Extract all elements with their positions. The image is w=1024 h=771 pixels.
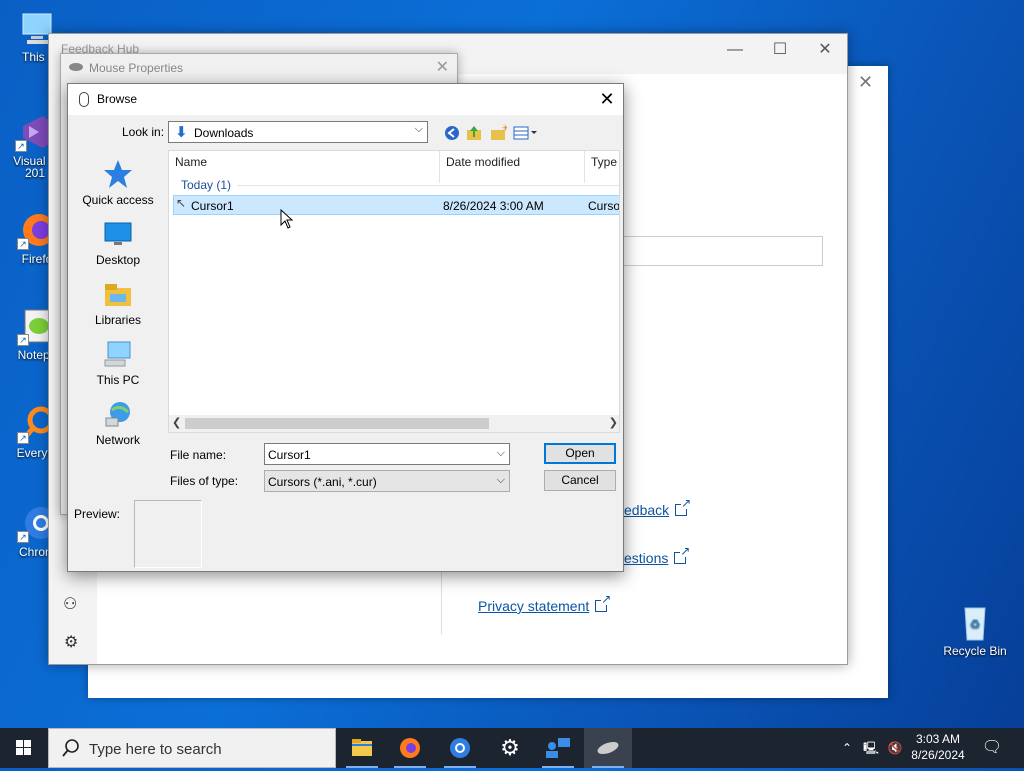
taskbar-settings[interactable]: ⚙	[486, 728, 534, 768]
windows-logo-icon	[16, 740, 31, 755]
browse-dialog: Browse ✕ Look in: ⬇ Downloads ⌵ ✳ Quick …	[67, 83, 624, 572]
taskbar-chrome[interactable]	[436, 728, 484, 768]
shortcut-arrow-icon: ↗	[17, 238, 29, 250]
preview-box	[134, 500, 202, 568]
start-button[interactable]	[0, 728, 48, 768]
chevron-down-icon: ⌵	[414, 123, 423, 135]
external-link-icon	[675, 497, 692, 516]
chevron-down-icon: ⌵	[496, 474, 505, 486]
file-name-label: File name:	[170, 448, 227, 462]
window-title: Mouse Properties	[89, 61, 184, 75]
svg-text:✳: ✳	[502, 124, 507, 133]
privacy-statement-link[interactable]: Privacy statement	[478, 593, 612, 614]
look-in-label: Look in:	[122, 125, 165, 139]
mouse-icon	[69, 63, 83, 71]
shortcut-arrow-icon: ↗	[17, 531, 29, 543]
external-link-icon	[595, 593, 612, 612]
clock[interactable]: 3:03 AM 8/26/2024	[900, 731, 976, 763]
close-icon[interactable]: ✕	[591, 84, 623, 115]
clock-time: 3:03 AM	[915, 732, 961, 746]
close-icon[interactable]: ✕	[436, 57, 449, 77]
group-divider	[237, 185, 619, 186]
place-this-pc[interactable]: This PC	[74, 338, 162, 387]
place-network[interactable]: Network	[74, 398, 162, 447]
feedback-input[interactable]	[609, 236, 823, 266]
cancel-button[interactable]: Cancel	[544, 470, 616, 491]
back-icon[interactable]	[442, 124, 462, 142]
gear-icon[interactable]: ⚙	[64, 632, 78, 652]
recycle-bin-icon: ♻	[955, 602, 995, 642]
place-quick-access[interactable]: Quick access	[74, 158, 162, 207]
add-user-icon[interactable]: ⚇	[63, 594, 77, 614]
chrome-icon	[450, 738, 470, 758]
file-type-label: Files of type:	[170, 474, 239, 488]
column-header-type[interactable]: Type	[585, 151, 619, 183]
look-in-dropdown[interactable]: ⬇ Downloads ⌵	[168, 121, 428, 143]
feedback-link[interactable]: edback	[624, 497, 692, 518]
taskbar-file-explorer[interactable]	[338, 728, 386, 768]
column-header-date[interactable]: Date modified	[440, 151, 584, 183]
taskbar-feedback-hub[interactable]	[534, 728, 582, 768]
shortcut-arrow-icon: ↗	[15, 140, 27, 152]
notification-icon[interactable]: 🗨	[980, 728, 1004, 768]
taskbar: Type here to search ⚙ ⌃ 🖳 🔇 3:03 AM 8/26…	[0, 728, 1024, 768]
file-list[interactable]: Name Date modified Type Today (1) ↖ Curs…	[168, 150, 620, 433]
up-folder-icon[interactable]	[464, 124, 484, 142]
mouse-icon	[597, 741, 619, 755]
close-icon[interactable]: ✕	[858, 72, 873, 93]
desktop-icon	[102, 218, 134, 250]
shortcut-arrow-icon: ↗	[17, 432, 29, 444]
horizontal-scrollbar[interactable]: ❮ ❯	[169, 415, 619, 432]
file-row-cursor1[interactable]: ↖ Cursor1 8/26/2024 3:00 AM Curso	[173, 195, 619, 215]
title-bar: Browse ✕	[68, 84, 623, 115]
questions-link[interactable]: estions	[624, 545, 691, 566]
firefox-icon	[400, 738, 420, 758]
scroll-thumb[interactable]	[185, 418, 489, 429]
open-button[interactable]: Open	[544, 443, 616, 464]
network-icon[interactable]: 🖳	[860, 728, 882, 768]
gear-icon: ⚙	[500, 735, 520, 760]
network-icon	[102, 398, 134, 430]
scroll-right-icon[interactable]: ❯	[609, 416, 618, 429]
computer-icon	[102, 338, 134, 370]
place-libraries[interactable]: Libraries	[74, 278, 162, 327]
taskbar-firefox[interactable]	[386, 728, 434, 768]
folder-icon	[352, 739, 372, 756]
shortcut-arrow-icon: ↗	[17, 334, 29, 346]
taskbar-mouse-properties[interactable]	[584, 728, 632, 768]
dialog-title: Browse	[97, 92, 138, 106]
mouse-icon	[79, 92, 89, 107]
maximize-icon[interactable]: ☐	[757, 38, 803, 62]
preview-label: Preview:	[74, 507, 121, 521]
feedback-icon	[546, 738, 570, 758]
libraries-icon	[102, 278, 134, 310]
search-placeholder: Type here to search	[89, 741, 222, 758]
file-name-input[interactable]: Cursor1 ⌵	[264, 443, 510, 465]
show-hidden-icons[interactable]: ⌃	[838, 728, 856, 768]
chevron-down-icon[interactable]: ⌵	[497, 447, 505, 460]
star-icon	[102, 158, 134, 190]
view-menu-icon[interactable]	[513, 124, 539, 142]
svg-text:♻: ♻	[970, 617, 981, 631]
cursor-file-icon: ↖	[176, 196, 187, 210]
mouse-pointer-icon	[280, 208, 294, 232]
download-arrow-icon: ⬇	[175, 124, 188, 141]
clock-date: 8/26/2024	[911, 748, 965, 762]
external-link-icon	[674, 545, 691, 564]
close-icon[interactable]: ✕	[802, 38, 848, 62]
new-folder-icon[interactable]: ✳	[488, 123, 510, 142]
search-icon	[61, 737, 81, 762]
place-desktop[interactable]: Desktop	[74, 218, 162, 267]
desktop-icon-recycle-bin[interactable]: ♻ Recycle Bin	[940, 602, 1010, 658]
taskbar-search[interactable]: Type here to search	[48, 728, 336, 768]
file-type-dropdown[interactable]: Cursors (*.ani, *.cur) ⌵	[264, 470, 510, 492]
group-header[interactable]: Today (1)	[181, 178, 231, 192]
places-bar: Quick access Desktop Libraries This PC N…	[74, 150, 162, 450]
scroll-left-icon[interactable]: ❮	[172, 416, 181, 429]
minimize-icon[interactable]: —	[712, 38, 758, 62]
